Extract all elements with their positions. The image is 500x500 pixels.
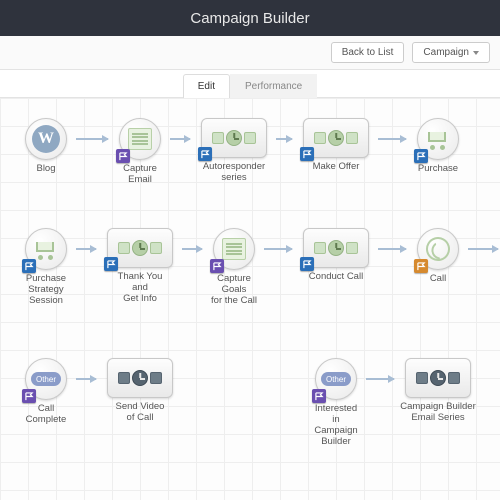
node-email-series[interactable]: Campaign Builder Email Series [398, 358, 478, 423]
chevron-down-icon [473, 51, 479, 55]
other-icon: Other [31, 372, 61, 386]
other-icon: Other [321, 372, 351, 386]
node-send-video[interactable]: Send Video of Call [100, 358, 180, 423]
flag-icon [414, 259, 428, 273]
node-label: Send Video of Call [100, 401, 180, 423]
node-label: Interested in Campaign Builder [308, 403, 364, 447]
sequence-icon [416, 370, 460, 386]
sequence-icon [314, 130, 358, 146]
node-label: Thank You and Get Info [100, 271, 180, 304]
flow-arrow [76, 138, 108, 140]
sequence-icon [118, 370, 162, 386]
campaign-menu-button[interactable]: Campaign [412, 42, 490, 63]
flag-icon [414, 149, 428, 163]
flag-icon [22, 259, 36, 273]
node-purchase-strategy[interactable]: Purchase Strategy Session [18, 228, 74, 306]
node-label: Blog [18, 163, 74, 174]
node-blog[interactable]: W Blog [18, 118, 74, 174]
flow-arrow [182, 248, 202, 250]
tab-edit[interactable]: Edit [183, 74, 230, 98]
flag-icon [198, 147, 212, 161]
flow-arrow [170, 138, 190, 140]
flow-arrow [76, 378, 96, 380]
node-label: Purchase [410, 163, 466, 174]
node-call[interactable]: Call [410, 228, 466, 284]
sequence-icon [314, 240, 358, 256]
campaign-canvas[interactable]: W Blog Capture Email Autoresponder series Ma… [0, 98, 500, 500]
node-interested[interactable]: Other Interested in Campaign Builder [308, 358, 364, 447]
node-label: Autoresponder series [194, 161, 274, 183]
node-capture-goals[interactable]: Capture Goals for the Call [206, 228, 262, 306]
flag-icon [300, 257, 314, 271]
flag-icon [300, 147, 314, 161]
node-label: Campaign Builder Email Series [398, 401, 478, 423]
node-make-offer[interactable]: Make Offer [296, 118, 376, 172]
page-title: Campaign Builder [0, 0, 500, 36]
node-autoresponder[interactable]: Autoresponder series [194, 118, 274, 183]
wordpress-icon: W [32, 125, 60, 153]
tab-performance[interactable]: Performance [230, 74, 317, 98]
toolbar: Back to List Campaign [0, 36, 500, 70]
flow-arrow [76, 248, 96, 250]
node-label: Call [410, 273, 466, 284]
node-label: Call Complete [18, 403, 74, 425]
node-purchase[interactable]: Purchase [410, 118, 466, 174]
node-label: Capture Goals for the Call [206, 273, 262, 306]
node-label: Capture Email [112, 163, 168, 185]
node-thank-you[interactable]: Thank You and Get Info [100, 228, 180, 304]
node-label: Purchase Strategy Session [18, 273, 74, 306]
flow-arrow [276, 138, 292, 140]
flow-arrow [366, 378, 394, 380]
flag-icon [22, 389, 36, 403]
form-icon [128, 128, 152, 150]
node-call-complete[interactable]: Other Call Complete [18, 358, 74, 425]
flag-icon [210, 259, 224, 273]
node-capture-email[interactable]: Capture Email [112, 118, 168, 185]
flow-arrow [264, 248, 292, 250]
back-to-list-button[interactable]: Back to List [331, 42, 405, 63]
flag-icon [104, 257, 118, 271]
flow-arrow [468, 248, 498, 250]
cart-icon [33, 238, 59, 260]
flow-arrow [378, 248, 406, 250]
sequence-icon [118, 240, 162, 256]
flow-arrow [378, 138, 406, 140]
node-label: Conduct Call [296, 271, 376, 282]
node-label: Make Offer [296, 161, 376, 172]
flag-icon [116, 149, 130, 163]
form-icon [222, 238, 246, 260]
sequence-icon [212, 130, 256, 146]
tab-bar: Edit Performance [0, 70, 500, 98]
node-conduct-call[interactable]: Conduct Call [296, 228, 376, 282]
cart-icon [425, 128, 451, 150]
flag-icon [312, 389, 326, 403]
